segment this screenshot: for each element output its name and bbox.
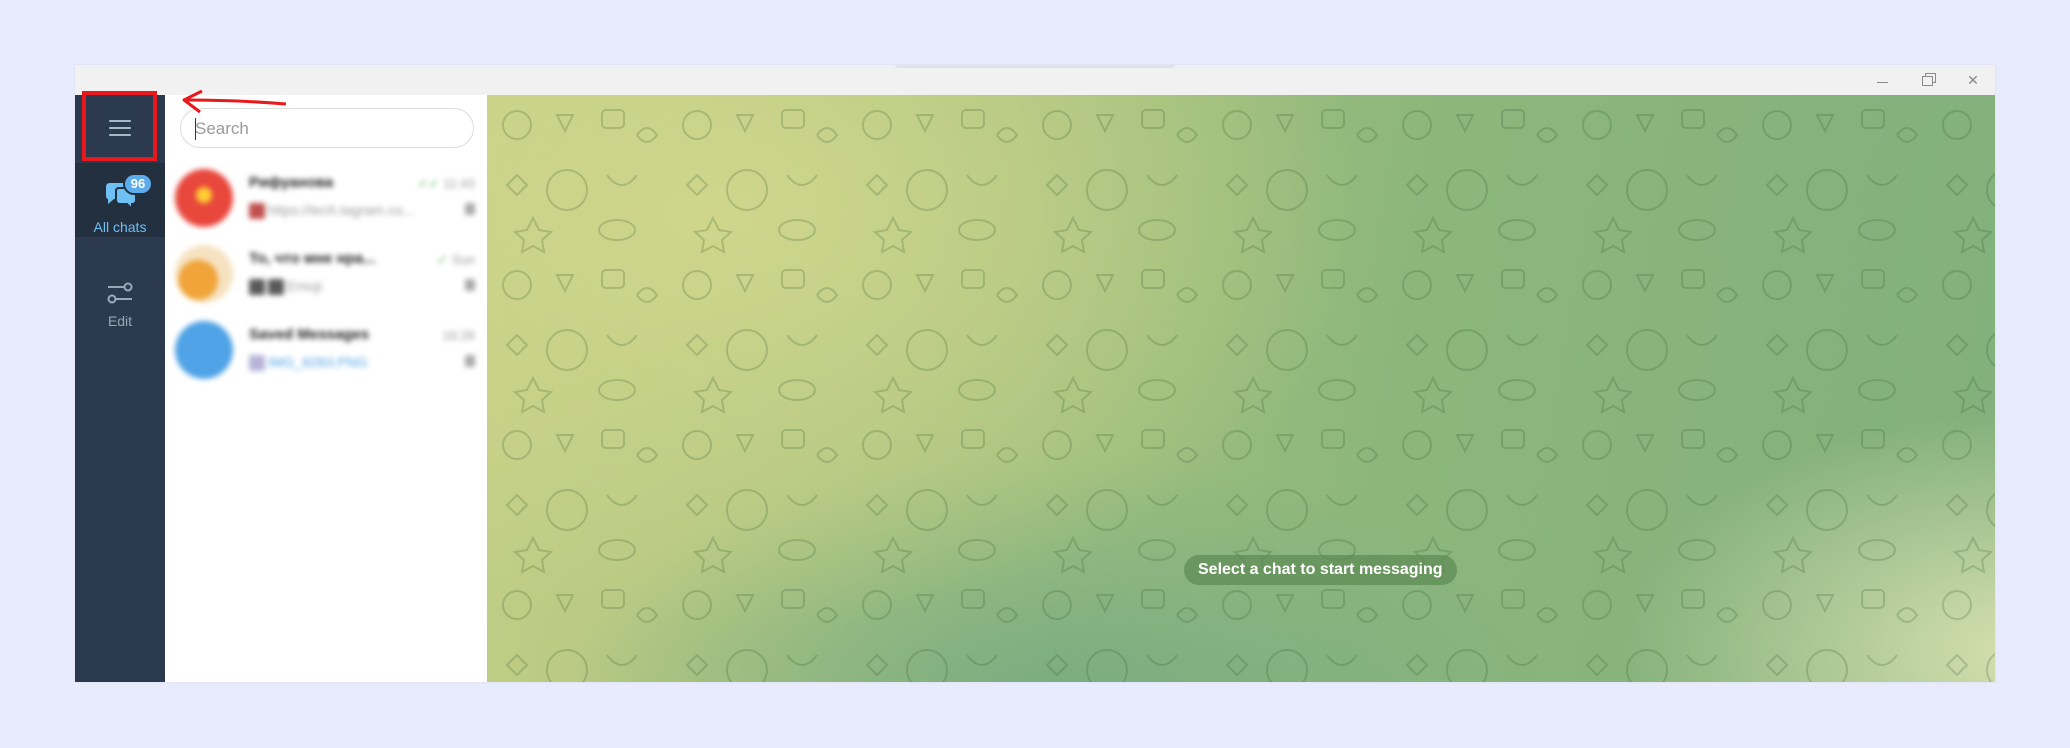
folder-label-edit: Edit	[107, 313, 133, 329]
sliders-icon	[106, 279, 134, 312]
avatar	[175, 245, 233, 303]
search-box[interactable]	[180, 108, 474, 148]
chat-preview: IMG_8283.PNG	[249, 354, 439, 372]
chat-preview: Emoji	[249, 278, 439, 296]
main-menu-button[interactable]	[75, 95, 165, 163]
search-input[interactable]	[195, 118, 455, 140]
telegram-window: ✕ 96 All chats Edit Search Рифуанова ✓✓ …	[75, 65, 1995, 682]
chat-name: Saved Messages	[249, 326, 370, 343]
text-caret	[195, 118, 196, 140]
chat-time: ✓ Sun	[436, 252, 475, 267]
avatar	[175, 169, 233, 227]
empty-state-message: Select a chat to start messaging	[1184, 555, 1457, 585]
chat-name: То, что мне нра...	[249, 250, 376, 267]
chat-time: ✓✓ 11:43	[417, 176, 475, 191]
minimize-icon[interactable]	[1871, 71, 1895, 89]
chat-time: 16:28	[442, 328, 475, 343]
saved-messages-avatar	[175, 321, 233, 379]
folder-label-all-chats: All chats	[93, 219, 147, 235]
pin-icon	[465, 279, 475, 291]
pin-icon	[465, 355, 475, 367]
chat-row[interactable]: Saved Messages 16:28 IMG_8283.PNG	[165, 313, 487, 389]
folder-edit[interactable]: Edit	[75, 265, 165, 339]
pin-icon	[465, 203, 475, 215]
chat-row[interactable]: Рифуанова ✓✓ 11:43 https://tech.tagram.co…	[165, 161, 487, 237]
chat-preview: https://tech.tagram.co...	[249, 202, 439, 220]
doodle-pattern	[487, 95, 1995, 682]
folder-sidebar: 96 All chats Edit	[75, 95, 165, 682]
chat-area: Select a chat to start messaging	[487, 95, 1995, 682]
chat-name: Рифуанова	[249, 174, 334, 191]
restore-icon[interactable]	[1916, 71, 1940, 89]
unread-badge: 96	[123, 173, 153, 195]
folder-all-chats[interactable]: 96 All chats	[75, 163, 165, 237]
close-icon[interactable]: ✕	[1961, 71, 1985, 89]
title-bar[interactable]: ✕	[75, 65, 1995, 95]
title-bar-grip	[895, 65, 1175, 68]
chat-list-panel: Рифуанова ✓✓11:43 https://tech.tagram.co…	[165, 95, 487, 682]
chat-row[interactable]: То, что мне нра... ✓ Sun Emoji	[165, 237, 487, 313]
